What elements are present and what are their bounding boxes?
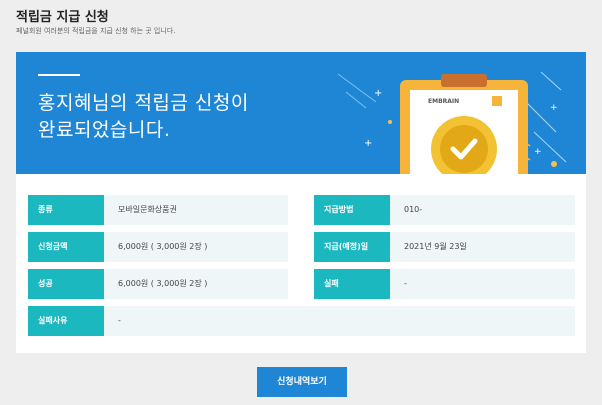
banner-message: 홍지혜님의 적립금 신청이 완료되었습니다. — [38, 90, 249, 144]
brand-logo: EMBRAIN — [428, 98, 460, 105]
amount-value: 6,000원 ( 3,000원 2장 ) — [104, 232, 288, 262]
fail-value: - — [390, 269, 575, 299]
fail-label: 실패 — [314, 269, 390, 299]
detail-row-method: 지급방법 010- — [314, 195, 575, 225]
detail-row-date: 지급(예정)일 2021년 9월 23일 — [314, 232, 575, 262]
success-value: 6,000원 ( 3,000원 2장 ) — [104, 269, 288, 299]
page-description: 페널회원 여러분의 적립금을 지급 신청 하는 곳 입니다. — [16, 27, 176, 35]
date-label: 지급(예정)일 — [314, 232, 390, 262]
kind-label: 종류 — [28, 195, 104, 225]
detail-row-fail: 실패 - — [314, 269, 575, 299]
method-value: 010- — [390, 195, 575, 225]
detail-row-kind: 종류 모바일문화상품권 — [28, 195, 288, 225]
amount-label: 신청금액 — [28, 232, 104, 262]
kind-value: 모바일문화상품권 — [104, 195, 288, 225]
banner-message-line2: 완료되었습니다. — [38, 119, 171, 141]
completion-banner: 홍지혜님의 적립금 신청이 완료되었습니다. + + + + EMBRAIN — [16, 52, 586, 174]
clipboard-clip — [441, 74, 487, 87]
method-label: 지급방법 — [314, 195, 390, 225]
view-history-button[interactable]: 신청내역보기 — [257, 367, 347, 397]
checkmark-icon — [450, 138, 478, 160]
reason-value: - — [104, 306, 575, 336]
date-value: 2021년 9월 23일 — [390, 232, 575, 262]
svg-text:+: + — [534, 147, 542, 157]
detail-row-amount: 신청금액 6,000원 ( 3,000원 2장 ) — [28, 232, 288, 262]
page-title: 적립금 지급 신청 — [16, 10, 109, 25]
reason-label: 실패사유 — [28, 306, 104, 336]
banner-accent-line — [38, 74, 80, 76]
success-label: 성공 — [28, 269, 104, 299]
detail-row-reason: 실패사유 - — [28, 306, 575, 336]
svg-text:+: + — [364, 138, 372, 149]
result-card: 홍지혜님의 적립금 신청이 완료되었습니다. + + + + EMBRAIN 종… — [16, 52, 586, 353]
detail-row-success: 성공 6,000원 ( 3,000원 2장 ) — [28, 269, 288, 299]
brand-mark-icon — [492, 96, 502, 106]
banner-message-line1: 홍지혜님의 적립금 신청이 — [38, 92, 249, 114]
svg-text:+: + — [374, 88, 382, 99]
svg-text:+: + — [550, 103, 558, 113]
